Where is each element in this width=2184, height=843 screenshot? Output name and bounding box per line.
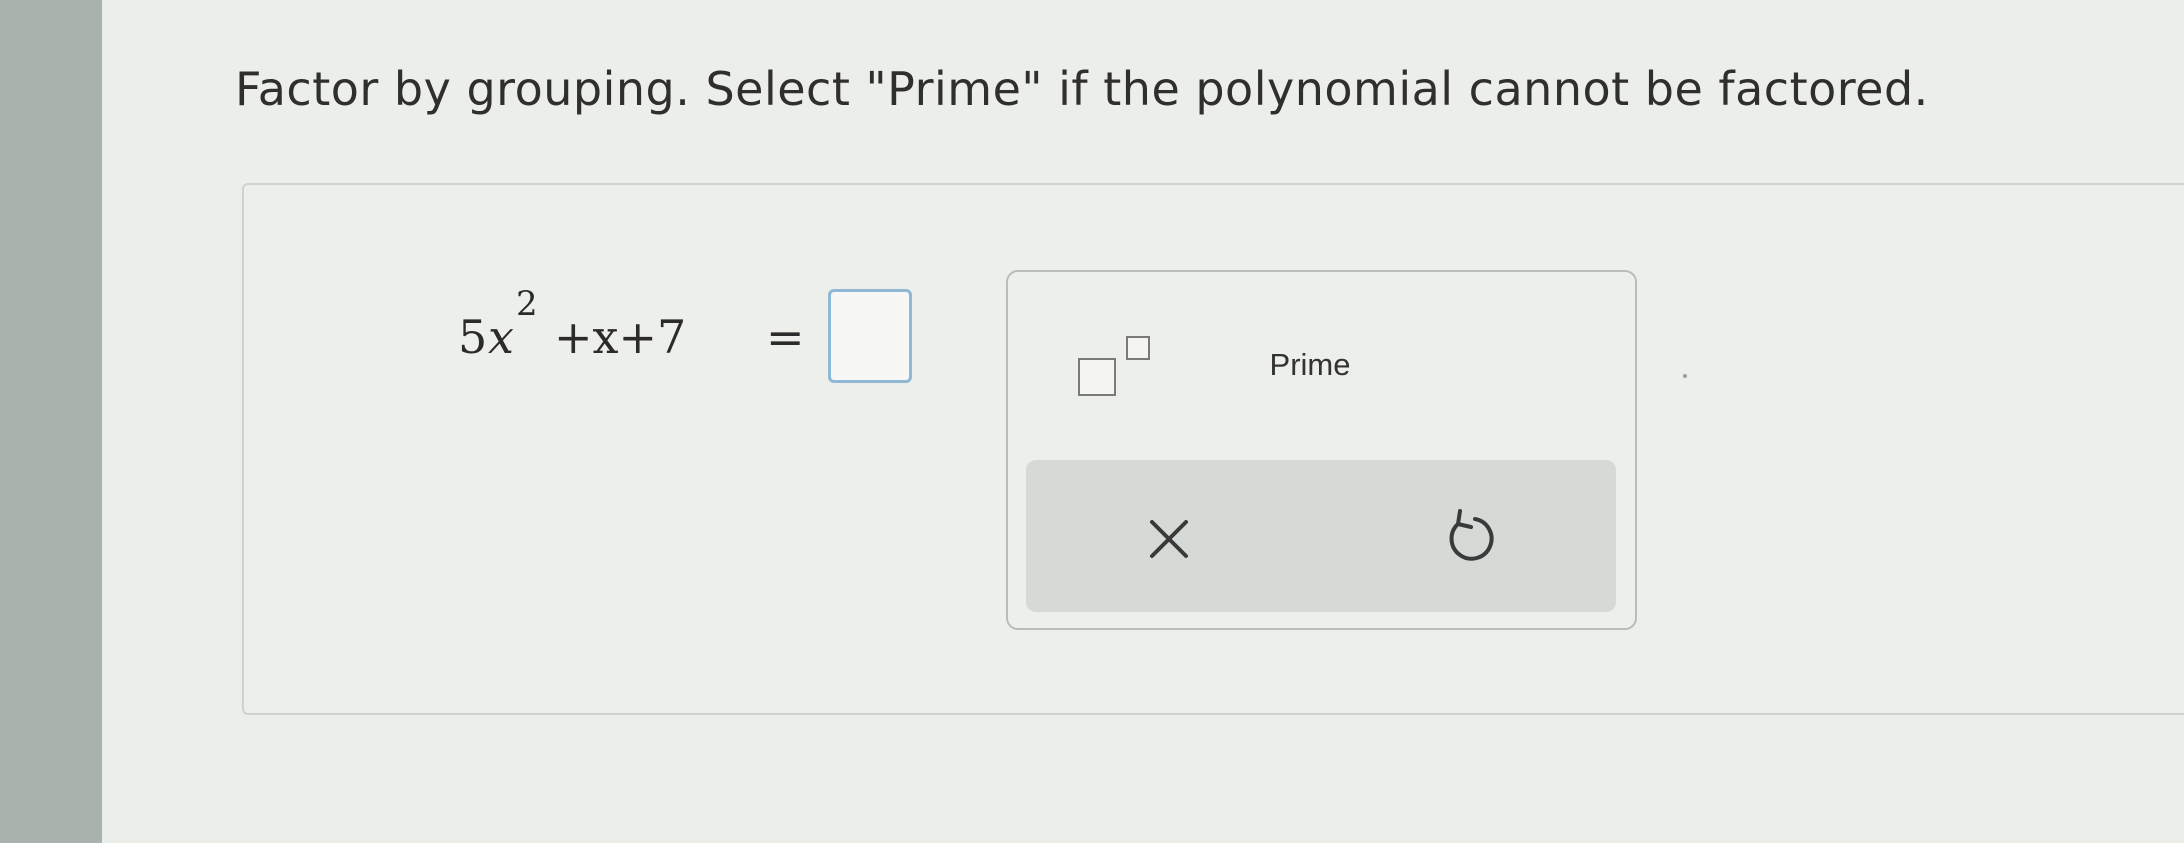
prime-button[interactable]: Prime — [1250, 340, 1370, 390]
equation-variable: x — [488, 310, 514, 364]
template-power-box — [1126, 336, 1150, 360]
equation-rest: +x+7 — [554, 310, 687, 364]
equation-exponent: 2 — [516, 284, 538, 324]
left-bezel — [0, 0, 102, 843]
answer-input[interactable] — [828, 289, 912, 383]
question-instruction: Factor by grouping. Select "Prime" if th… — [235, 62, 1929, 116]
clear-button[interactable] — [1120, 495, 1220, 585]
times-icon — [1150, 520, 1188, 558]
undo-icon — [1449, 509, 1494, 561]
palette-action-bar — [1026, 460, 1616, 612]
exponent-template-button[interactable] — [1066, 330, 1166, 410]
template-base-box — [1078, 358, 1116, 396]
stray-mark — [1683, 374, 1687, 378]
equation-equals: = — [766, 310, 805, 364]
equation-coefficient: 5 — [458, 310, 488, 364]
undo-button[interactable] — [1420, 495, 1520, 585]
